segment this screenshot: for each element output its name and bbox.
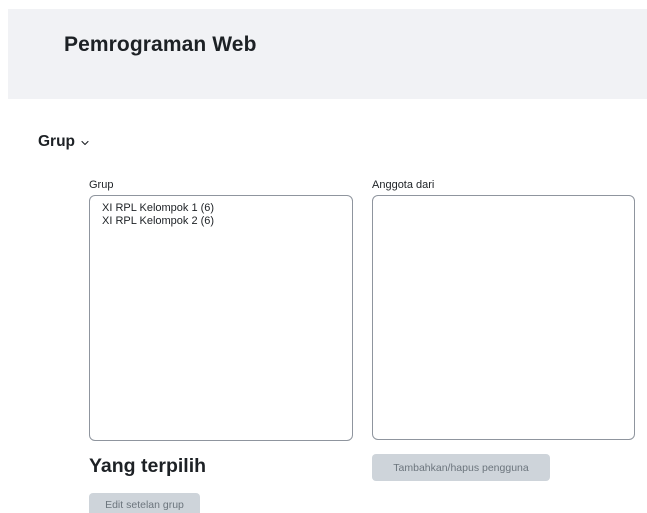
edit-group-settings-button[interactable]: Edit setelan grup <box>89 493 200 513</box>
section-title: Grup <box>38 133 76 150</box>
groups-listbox[interactable]: XI RPL Kelompok 1 (6) XI RPL Kelompok 2 … <box>89 195 353 441</box>
group-option[interactable]: XI RPL Kelompok 1 (6) <box>90 202 352 215</box>
add-remove-users-button[interactable]: Tambahkan/hapus pengguna <box>372 454 550 481</box>
course-header: Pemrograman Web <box>8 9 647 99</box>
selected-heading: Yang terpilih <box>89 455 207 477</box>
group-option[interactable]: XI RPL Kelompok 2 (6) <box>90 215 352 228</box>
chevron-down-icon <box>81 140 89 146</box>
course-title: Pemrograman Web <box>64 33 257 56</box>
members-listbox[interactable] <box>372 195 635 440</box>
members-label: Anggota dari <box>372 179 435 191</box>
groups-label: Grup <box>89 179 114 191</box>
section-heading[interactable]: Grup <box>38 133 89 151</box>
groups-page: Pemrograman Web Grup Grup XI RPL Kelompo… <box>0 0 647 513</box>
